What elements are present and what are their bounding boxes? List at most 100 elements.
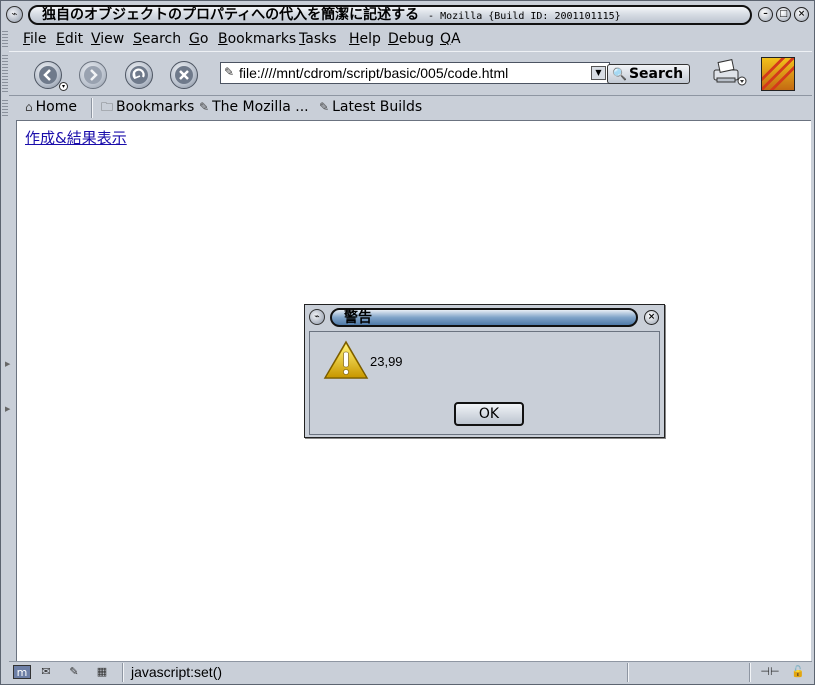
splitter-arrow-icon: ▶: [5, 405, 11, 413]
menu-tasks-label: asks: [305, 31, 337, 47]
bookmark-latest-builds[interactable]: ✎ Latest Builds: [319, 99, 422, 116]
navbar-grip[interactable]: [2, 55, 8, 93]
bookmarks-label: Bookmarks: [116, 99, 195, 115]
window-title-main: 独自のオブジェクトのプロパティへの代入を簡潔に記述する: [42, 7, 420, 23]
menu-debug[interactable]: Debug: [388, 30, 434, 48]
menu-qa-accel: Q: [440, 31, 452, 47]
composer-icon[interactable]: ✎: [65, 665, 83, 679]
reload-icon[interactable]: [125, 61, 153, 89]
dialog-title-pill[interactable]: 警告: [330, 308, 638, 327]
menu-help-label: elp: [359, 31, 381, 47]
status-separator: [749, 663, 751, 682]
title-bar[interactable]: ⌁ 独自のオブジェクトのプロパティへの代入を簡潔に記述する - Mozilla …: [2, 2, 813, 28]
alert-dialog: ⌁ 警告 × 23,99 OK: [304, 304, 665, 438]
menu-qa-label: A: [451, 31, 461, 47]
home-button[interactable]: ⌂ Home: [25, 99, 77, 116]
dialog-body: 23,99 OK: [309, 331, 660, 435]
bookmark-mozilla-label: The Mozilla ...: [212, 99, 309, 115]
navigation-toolbar: ▾ ✎ file:////mnt/cdrom/script/basic/005/…: [9, 51, 812, 96]
menu-debug-label: ebug: [398, 31, 435, 47]
folder-icon: 🗀: [101, 100, 114, 114]
page-proxy-icon[interactable]: ✎: [224, 65, 234, 79]
online-status-icon[interactable]: ⊣⊢: [757, 665, 783, 679]
dialog-menu-icon[interactable]: ⌁: [309, 309, 325, 325]
menu-search[interactable]: Search: [133, 30, 181, 48]
search-button[interactable]: 🔍 Search: [607, 64, 690, 84]
bookmark-icon: ✎: [319, 100, 330, 114]
toolbar-separator: [91, 98, 93, 118]
menu-debug-accel: D: [388, 31, 399, 47]
dialog-close-icon[interactable]: ×: [644, 310, 659, 325]
back-arrow-icon: [39, 66, 57, 84]
security-lock-icon[interactable]: 🔓: [789, 665, 807, 679]
menubar: File Edit View Search Go Bookmarks Tasks…: [9, 28, 812, 50]
menu-view[interactable]: View: [91, 30, 124, 48]
back-icon[interactable]: [34, 61, 62, 89]
navigator-icon[interactable]: m: [13, 665, 31, 679]
bookmarks-button[interactable]: 🗀 Bookmarks: [101, 99, 194, 116]
mail-icon[interactable]: ✉: [37, 665, 55, 679]
personalbar-grip[interactable]: [2, 100, 8, 117]
warning-icon: [323, 340, 369, 379]
dialog-title-bar[interactable]: ⌁ 警告 ×: [305, 305, 664, 329]
minimize-icon[interactable]: –: [758, 7, 773, 22]
bookmark-icon: ✎: [199, 100, 210, 114]
window-title-suffix: - Mozilla {Build ID: 2001101115}: [428, 11, 621, 22]
menu-go[interactable]: Go: [189, 30, 208, 48]
menu-qa[interactable]: QA: [440, 30, 461, 48]
stop-icon[interactable]: [170, 61, 198, 89]
search-button-label: Search: [628, 66, 684, 82]
menu-go-label: o: [199, 31, 209, 47]
print-icon[interactable]: [710, 58, 748, 88]
menubar-grip[interactable]: [2, 31, 8, 49]
menu-edit[interactable]: Edit: [56, 30, 83, 48]
url-bar[interactable]: ✎ file:////mnt/cdrom/script/basic/005/co…: [220, 62, 610, 84]
title-pill[interactable]: 独自のオブジェクトのプロパティへの代入を簡潔に記述する - Mozilla {B…: [28, 5, 752, 25]
status-separator: [627, 663, 629, 682]
menu-go-accel: G: [189, 31, 200, 47]
menu-help[interactable]: Help: [349, 30, 381, 48]
menu-view-accel: V: [91, 31, 101, 47]
reload-glyph-icon: [130, 66, 148, 84]
maximize-icon[interactable]: □: [776, 7, 791, 22]
menu-bookmarks[interactable]: Bookmarks: [218, 30, 296, 48]
dialog-message: 23,99: [370, 354, 403, 369]
mozilla-throbber-icon[interactable]: [761, 57, 795, 91]
home-icon: ⌂: [25, 100, 33, 114]
status-separator: [122, 663, 124, 682]
menu-tasks[interactable]: Tasks: [299, 30, 337, 48]
magnifier-icon: 🔍: [612, 67, 627, 81]
addressbook-icon[interactable]: ▦: [93, 665, 111, 679]
stop-glyph-icon: [175, 66, 193, 84]
home-label: Home: [35, 99, 77, 115]
menu-file-accel: F: [23, 31, 31, 47]
forward-arrow-icon: [84, 66, 102, 84]
menu-search-label: earch: [141, 31, 182, 47]
menu-edit-accel: E: [56, 31, 65, 47]
splitter-arrow-icon: ▶: [5, 360, 11, 368]
status-text: javascript:set(): [131, 664, 223, 680]
url-dropdown-icon[interactable]: ▼: [591, 66, 606, 80]
create-and-show-link[interactable]: 作成&結果表示: [25, 129, 127, 147]
ok-button[interactable]: OK: [454, 402, 524, 426]
menu-edit-label: dit: [64, 31, 84, 47]
bookmark-latest-label: Latest Builds: [332, 99, 423, 115]
menu-bookmarks-label: ookmarks: [227, 31, 297, 47]
menu-bookmarks-accel: B: [218, 31, 228, 47]
menu-search-accel: S: [133, 31, 142, 47]
sidebar-splitter[interactable]: ▶ ▶: [4, 120, 14, 661]
menu-file-label: ile: [30, 31, 47, 47]
menu-view-label: iew: [100, 31, 125, 47]
url-input[interactable]: file:////mnt/cdrom/script/basic/005/code…: [239, 64, 508, 82]
menu-help-accel: H: [349, 31, 360, 47]
personal-toolbar: ⌂ Home 🗀 Bookmarks ✎ The Mozilla ... ✎ Lates…: [9, 97, 812, 119]
back-dropdown-icon[interactable]: ▾: [59, 82, 68, 91]
forward-icon[interactable]: [79, 61, 107, 89]
window-title: 独自のオブジェクトのプロパティへの代入を簡潔に記述する - Mozilla {B…: [42, 7, 621, 23]
bookmark-mozilla[interactable]: ✎ The Mozilla ...: [199, 99, 309, 116]
status-bar: m ✉ ✎ ▦ javascript:set() ⊣⊢ 🔓: [9, 661, 812, 683]
close-icon[interactable]: ×: [794, 7, 809, 22]
window-menu-icon[interactable]: ⌁: [6, 6, 23, 23]
dialog-title: 警告: [344, 310, 372, 326]
menu-file[interactable]: File: [23, 30, 46, 48]
